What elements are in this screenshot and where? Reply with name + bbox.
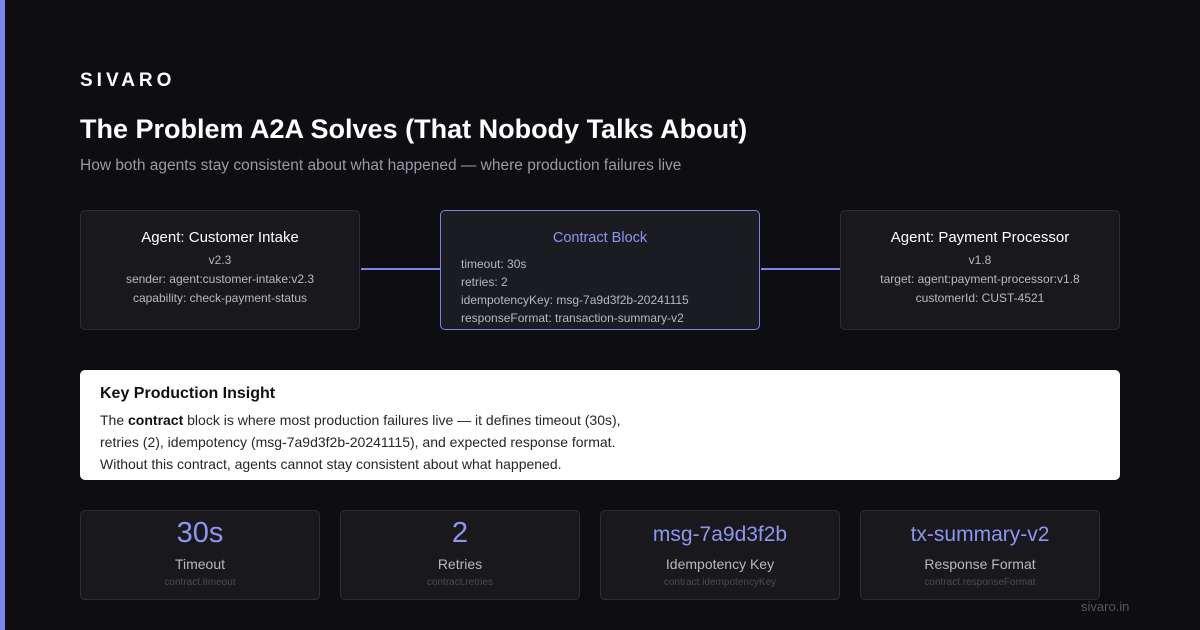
node-version: v1.8 [968,253,992,267]
connector-line [361,268,440,270]
insight-text: The contract block is where most product… [100,409,1100,431]
stat-path: contract.timeout [164,577,236,588]
stat-label: Idempotency Key [665,556,775,572]
page-title: The Problem A2A Solves (That Nobody Talk… [80,114,748,144]
stat-label: Retries [437,556,483,572]
insight-title: Key Production Insight [100,385,276,402]
contract-field: timeout: 30s [461,257,527,271]
contract-field: retries: 2 [461,275,508,289]
stat-path: contract.retries [426,577,494,588]
node-detail: capability: check-payment-status [132,291,308,305]
page-subtitle: How both agents stay consistent about wh… [80,157,682,174]
agent-customer-intake-node: Agent: Customer Intake v2.3 sender: agen… [80,210,360,330]
contract-field: idempotencyKey: msg-7a9d3f2b-20241115 [461,293,689,307]
node-detail: sender: agent:customer-intake:v2.3 [125,272,315,286]
insight-text: retries (2), idempotency (msg-7a9d3f2b-2… [100,434,616,450]
agent-payment-processor-node: Agent: Payment Processor v1.8 target: ag… [840,210,1120,330]
stat-card-idempotency-key: msg-7a9d3f2b Idempotency Key contract.id… [600,510,840,600]
contract-block-node: Contract Block timeout: 30s retries: 2 i… [440,210,760,330]
node-title: Agent: Customer Intake [141,229,299,246]
node-title: Agent: Payment Processor [890,229,1070,246]
stat-card-retries: 2 Retries contract.retries [340,510,580,600]
node-detail: customerId: CUST-4521 [915,291,1045,305]
footer-url: sivaro.in [1081,599,1130,614]
stat-value: 30s [176,517,224,549]
stat-card-timeout: 30s Timeout contract.timeout [80,510,320,600]
contract-field: responseFormat: transaction-summary-v2 [461,311,684,325]
connector-line [761,268,840,270]
key-insight-callout: Key Production Insight The contract bloc… [80,370,1120,480]
stat-label: Timeout [174,556,226,572]
stat-value: tx-summary-v2 [910,523,1050,546]
insight-text-segment: block is where most production failures … [183,412,621,428]
accent-bar [0,0,5,630]
insight-text-segment: The [100,412,129,428]
stat-card-response-format: tx-summary-v2 Response Format contract.r… [860,510,1100,600]
stat-value: msg-7a9d3f2b [652,523,788,546]
node-detail: target: agent:payment-processor:v1.8 [880,272,1080,286]
stat-value: 2 [451,517,469,549]
stat-path: contract.idempotencyKey [663,577,777,588]
node-version: v2.3 [208,253,232,267]
insight-emphasis: contract [128,412,184,428]
insight-text: Without this contract, agents cannot sta… [100,456,562,472]
stat-path: contract.responseFormat [924,577,1036,588]
node-title: Contract Block [552,230,648,246]
brand-logo: SIVARO [80,70,176,91]
stat-label: Response Format [924,556,1036,572]
